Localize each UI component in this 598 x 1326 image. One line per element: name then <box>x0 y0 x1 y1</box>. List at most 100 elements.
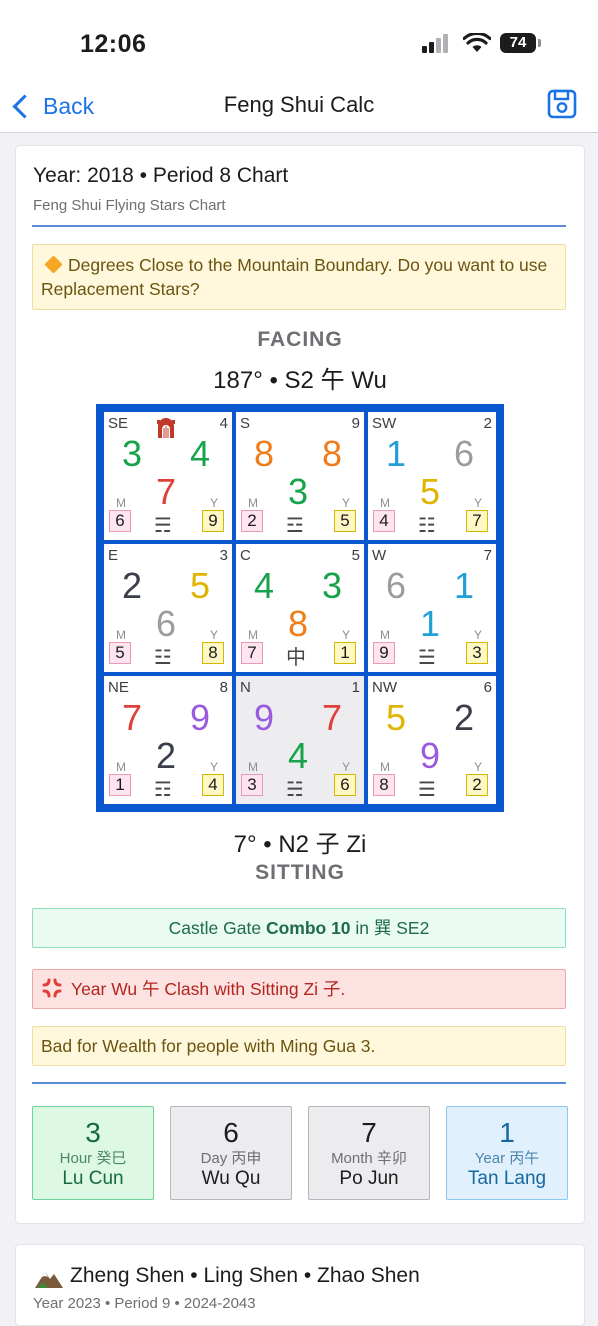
mountain-star: 9 <box>254 697 275 738</box>
year-label: Y <box>474 496 483 510</box>
sitting-direction: 7° • N2 子 Zi <box>233 831 367 858</box>
palace-number: 3 <box>219 547 228 564</box>
nav-title: Feng Shui Calc <box>223 92 375 117</box>
year-label: Y <box>210 760 219 774</box>
trigram-symbol: ☷ <box>418 515 436 537</box>
palace-number: 5 <box>351 547 360 564</box>
mountain-star: 6 <box>386 565 407 606</box>
facing-direction: 187° • S2 午 Wu <box>213 367 387 394</box>
palace-direction: NE <box>108 679 129 696</box>
palace-n: N 1 9 7 4 M Y 3 6 ☵ <box>236 676 364 804</box>
battery-tip <box>538 39 541 47</box>
year-label: Y <box>210 628 219 642</box>
clash-text: Year Wu 午 Clash with Sitting Zi 子. <box>71 979 346 999</box>
pillar-star-name: Wu Qu <box>201 1168 261 1189</box>
monthly-star: 1 <box>109 774 131 796</box>
annual-star: 4 <box>202 774 224 796</box>
palace-number: 9 <box>351 415 360 432</box>
zheng-shen-card[interactable]: Zheng Shen • Ling Shen • Zhao Shen Year … <box>15 1244 585 1326</box>
pillar-star-number: 3 <box>85 1117 101 1148</box>
base-star: 4 <box>288 735 309 776</box>
annual-star: 8 <box>202 642 224 664</box>
chart-subtitle: Feng Shui Flying Stars Chart <box>33 197 226 214</box>
facing-label: FACING <box>257 328 343 351</box>
chart-title: Year: 2018 • Period 8 Chart <box>33 164 289 187</box>
palace-c: C 5 4 38 M Y 7 1 中 <box>236 544 364 672</box>
water-star: 8 <box>322 433 343 474</box>
pillar-hour[interactable]: 3 Hour 癸巳 Lu Cun <box>32 1106 154 1200</box>
trigram-symbol: ☰ <box>418 779 436 801</box>
palace-direction: C <box>240 547 251 564</box>
base-star: 8 <box>288 603 309 644</box>
card-title: Zheng Shen • Ling Shen • Zhao Shen <box>70 1264 420 1287</box>
palace-number: 4 <box>219 415 228 432</box>
base-star: 3 <box>288 471 309 512</box>
wifi-icon <box>463 33 491 52</box>
year-label: Y <box>342 496 351 510</box>
month-label: M <box>116 496 126 510</box>
palace-number: 2 <box>483 415 492 432</box>
monthly-star: 8 <box>373 774 395 796</box>
anger-icon <box>42 978 62 998</box>
pillar-star-name: Lu Cun <box>62 1168 124 1189</box>
pillar-year[interactable]: 1 Year 丙午 Tan Lang <box>446 1106 568 1200</box>
trigram-symbol: ☶ <box>154 779 172 801</box>
month-label: M <box>116 760 126 774</box>
palace-number: 8 <box>219 679 228 696</box>
castle-gate-alert: Castle Gate Combo 10 in 巽 SE2 <box>32 908 566 948</box>
year-label: Y <box>342 628 351 642</box>
mountain-icon <box>35 1272 63 1288</box>
clash-alert: Year Wu 午 Clash with Sitting Zi 子. <box>32 969 566 1009</box>
trigram-symbol: ☵ <box>286 779 304 801</box>
palace-direction: SW <box>372 415 397 432</box>
month-label: M <box>248 628 258 642</box>
month-label: M <box>248 496 258 510</box>
palace-number: 6 <box>483 679 492 696</box>
mountain-star: 1 <box>386 433 407 474</box>
pillar-month[interactable]: 7 Month 辛卯 Po Jun <box>308 1106 430 1200</box>
palace-direction: SE <box>108 415 129 432</box>
replacement-stars-warning[interactable]: Degrees Close to the Mountain Boundary. … <box>32 244 566 310</box>
trigram-symbol: ☲ <box>286 515 304 537</box>
monthly-star: 9 <box>373 642 395 664</box>
status-bar: 12:06 74 <box>0 0 598 86</box>
month-label: M <box>380 496 390 510</box>
pillar-star-name: Tan Lang <box>467 1168 547 1189</box>
water-star: 9 <box>190 697 211 738</box>
mountain-star: 7 <box>122 697 143 738</box>
pillar-star-number: 1 <box>499 1117 515 1148</box>
trigram-symbol: ☴ <box>154 515 172 537</box>
base-star: 9 <box>420 735 441 776</box>
water-star: 5 <box>190 565 211 606</box>
year-label: Y <box>210 496 219 510</box>
annual-star: 6 <box>334 774 356 796</box>
water-star: 7 <box>322 697 343 738</box>
monthly-star: 6 <box>109 510 131 532</box>
palace-se: SE 4 3 4 7 M Y 6 9 ☴ <box>104 412 232 540</box>
month-label: M <box>248 760 258 774</box>
pillar-label: Hour 癸巳 <box>59 1150 127 1167</box>
palace-direction: NW <box>372 679 397 696</box>
month-label: M <box>116 628 126 642</box>
wealth-alert: Bad for Wealth for people with Ming Gua … <box>32 1026 566 1066</box>
save-icon[interactable] <box>546 88 578 120</box>
mountain-star: 8 <box>254 433 275 474</box>
castle-gate-prefix: Castle Gate <box>168 918 266 938</box>
divider <box>32 225 566 227</box>
mountain-star: 2 <box>122 565 143 606</box>
trigram-symbol: ☱ <box>418 647 436 669</box>
monthly-star: 4 <box>373 510 395 532</box>
mountain-star: 3 <box>122 433 143 474</box>
flying-stars-grid: SE 4 3 4 7 M Y 6 9 ☴ S 9 8 8 3 M Y 2 5 ☲ SW 2 1 6 5 M Y 4 7 ☷ E 3 2 5 6 M Y 5… <box>96 404 504 812</box>
palace-direction: W <box>372 547 387 564</box>
mountain-star: 5 <box>386 697 407 738</box>
status-time: 12:06 <box>80 30 147 58</box>
pillar-day[interactable]: 6 Day 丙申 Wu Qu <box>170 1106 292 1200</box>
castle-gate-combo: Combo 10 <box>265 918 351 938</box>
annual-star: 9 <box>202 510 224 532</box>
water-star: 2 <box>454 697 475 738</box>
trigram-symbol: ☳ <box>154 647 172 669</box>
card-subtitle: Year 2023 • Period 9 • 2024-2043 <box>33 1295 256 1312</box>
base-star: 2 <box>156 735 177 776</box>
monthly-star: 5 <box>109 642 131 664</box>
